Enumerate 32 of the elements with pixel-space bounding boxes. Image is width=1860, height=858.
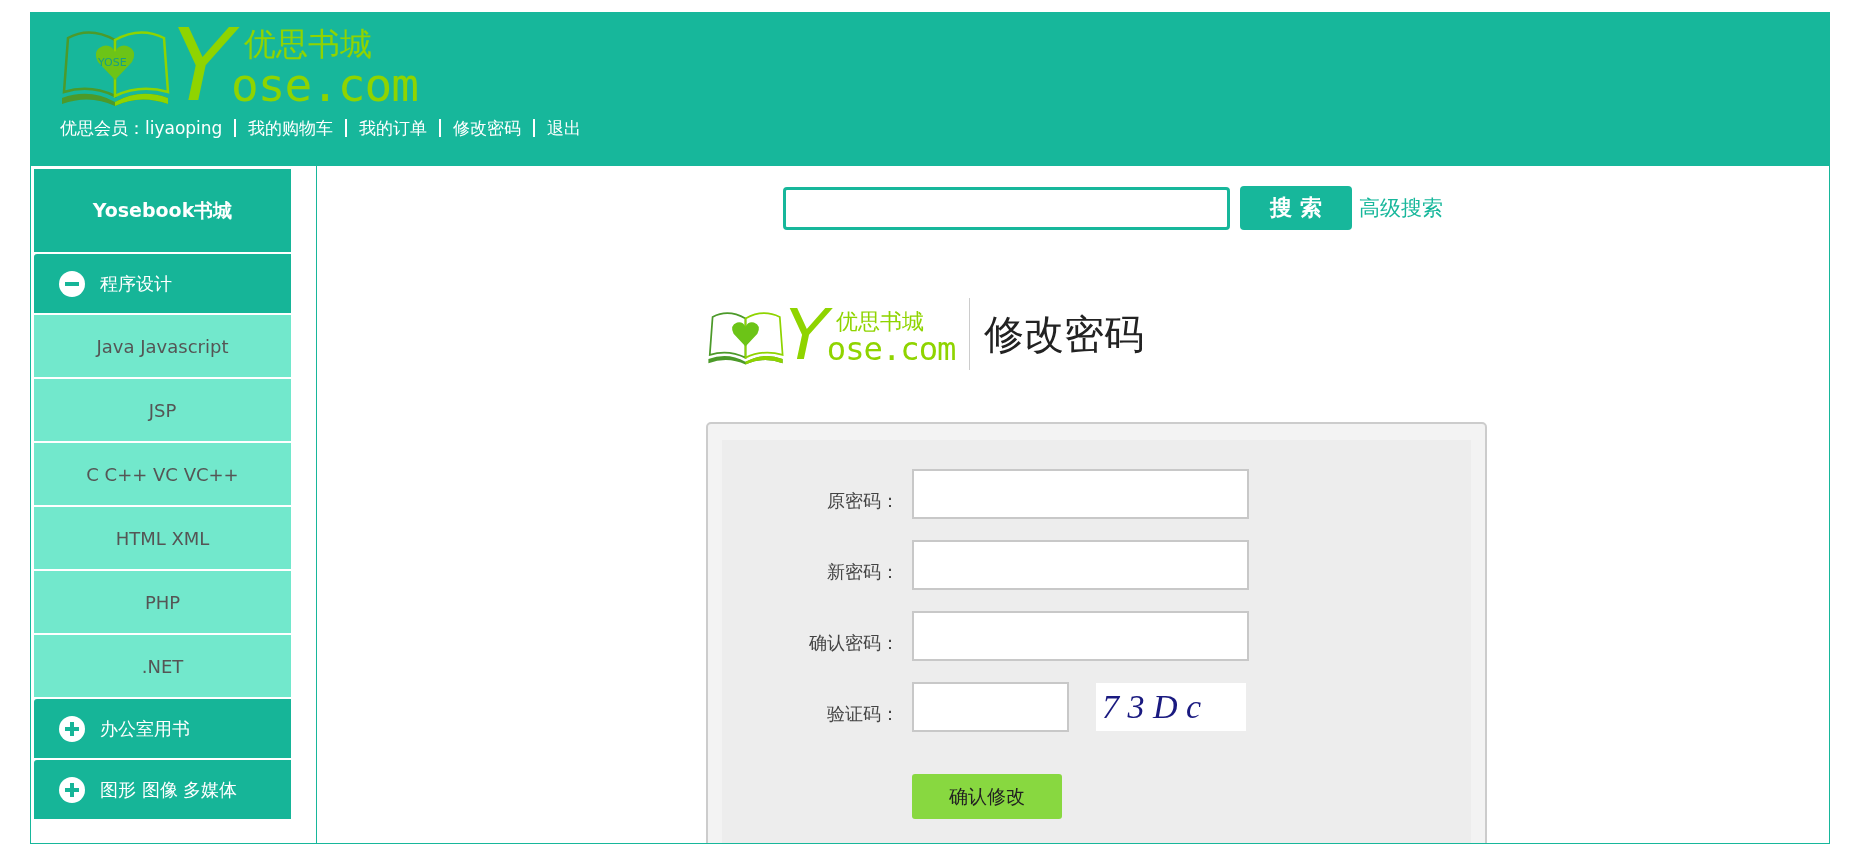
password-field[interactable]: [912, 469, 1249, 519]
category-item[interactable]: 办公室用书: [34, 699, 291, 758]
field-label: 验证码：: [826, 702, 899, 726]
subcategory-item[interactable]: JSP: [34, 379, 291, 441]
field-label: 确认密码：: [808, 631, 899, 655]
category-item[interactable]: 图形 图像 多媒体: [34, 760, 291, 819]
confirm-button[interactable]: 确认修改: [912, 774, 1062, 819]
logo-tagline: 优思书城: [834, 308, 924, 334]
heart-badge-text: YOSE: [98, 56, 127, 69]
nav-link[interactable]: 优思会员：liyaoping: [60, 119, 235, 137]
subcategory-item[interactable]: C C++ VC VC++: [34, 443, 291, 505]
search-field[interactable]: [783, 186, 1230, 230]
subcategory-item[interactable]: HTML XML: [34, 507, 291, 569]
sidebar-title: Yosebook书城: [34, 169, 291, 252]
nav-link[interactable]: 退出: [533, 119, 594, 137]
subcategory-item[interactable]: Java Javascript: [34, 315, 291, 377]
category-item[interactable]: 程序设计: [34, 254, 291, 313]
captcha-field[interactable]: [912, 682, 1069, 732]
password-field[interactable]: [912, 611, 1249, 661]
captcha-image: 7 3 D c: [1096, 683, 1246, 731]
nav-link[interactable]: 我的购物车: [234, 119, 346, 137]
subcategory-item[interactable]: .NET: [34, 635, 291, 697]
page-title: 修改密码: [984, 309, 1145, 359]
logo-tagline: 优思书城: [242, 26, 372, 62]
subcategory-item[interactable]: PHP: [34, 571, 291, 633]
advanced-search-link[interactable]: 高级搜索: [1359, 194, 1443, 222]
nav-link[interactable]: 修改密码: [439, 119, 534, 137]
password-field[interactable]: [912, 540, 1249, 590]
search-button[interactable]: 搜 索: [1240, 186, 1352, 230]
field-label: 新密码：: [826, 560, 899, 584]
nav-link[interactable]: 我的订单: [345, 119, 440, 137]
field-label: 原密码：: [826, 489, 899, 513]
